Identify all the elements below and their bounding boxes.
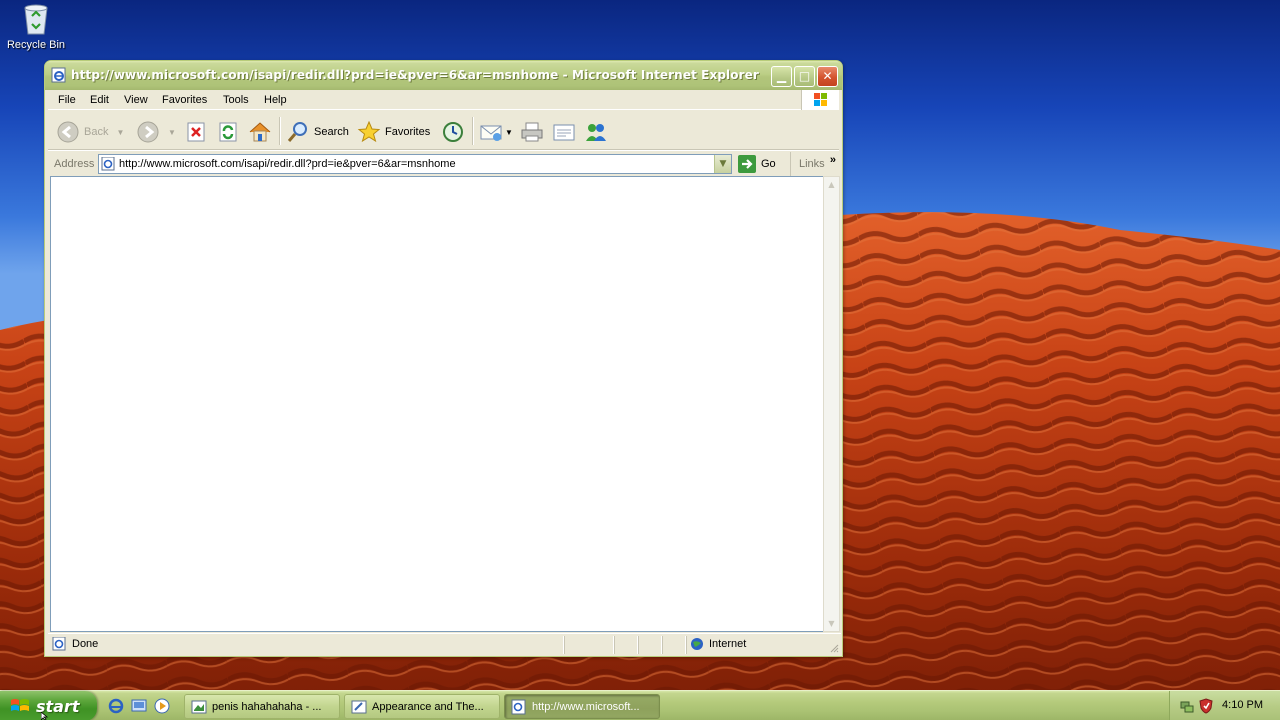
links-toolbar[interactable]: Links » [790, 152, 839, 176]
history-icon [443, 122, 463, 142]
messenger-icon [586, 124, 606, 141]
go-button[interactable]: Go [738, 154, 776, 174]
links-label: Links [799, 158, 825, 170]
security-shield-icon[interactable] [1198, 698, 1214, 714]
edit-button[interactable] [552, 119, 576, 145]
menu-favorites[interactable]: Favorites [162, 94, 207, 106]
mouse-cursor-icon [41, 712, 49, 720]
vertical-scrollbar[interactable]: ▲ ▼ [823, 176, 840, 632]
ie-page-icon [51, 67, 67, 83]
ie-page-icon [52, 637, 66, 651]
favorites-button[interactable]: Favorites [357, 119, 430, 145]
ie-quicklaunch-icon[interactable] [108, 698, 124, 714]
desktop-icon-recycle-bin[interactable]: Recycle Bin [4, 2, 68, 51]
stop-icon [187, 122, 205, 142]
system-tray: 4:10 PM [1169, 691, 1280, 720]
go-arrow-icon [738, 155, 756, 173]
home-icon [249, 122, 271, 142]
menu-bar: File Edit View Favorites Tools Help [48, 90, 839, 110]
address-input[interactable] [119, 156, 709, 172]
ie-page-icon [511, 699, 526, 714]
messenger-button[interactable] [584, 119, 608, 145]
menu-tools[interactable]: Tools [223, 94, 249, 106]
refresh-button[interactable] [217, 119, 239, 145]
search-button[interactable]: Search [286, 119, 349, 145]
close-button[interactable]: ✕ [817, 66, 838, 87]
mail-dropdown-icon[interactable]: ▼ [505, 128, 513, 137]
media-player-icon[interactable] [154, 698, 170, 714]
print-icon [521, 122, 543, 142]
refresh-icon [219, 122, 237, 142]
favorites-star-icon [357, 120, 381, 143]
menu-file[interactable]: File [58, 94, 76, 106]
status-pane [662, 636, 686, 654]
page-content[interactable] [50, 176, 823, 632]
chevron-right-icon[interactable]: » [830, 154, 836, 166]
menu-help[interactable]: Help [264, 94, 287, 106]
ie-page-icon [101, 157, 115, 171]
control-panel-icon [351, 700, 367, 713]
minimize-button[interactable]: ▁ [771, 66, 792, 87]
show-desktop-icon[interactable] [131, 698, 147, 714]
resize-grip-icon[interactable] [829, 643, 839, 653]
mail-button[interactable]: ▼ [479, 119, 513, 145]
address-label: Address [54, 158, 95, 170]
scroll-down-arrow-icon[interactable]: ▼ [825, 617, 838, 630]
taskbar-button[interactable]: penis hahahahaha - ... [184, 694, 340, 719]
recycle-bin-icon [21, 2, 51, 36]
home-button[interactable] [248, 119, 272, 145]
edit-page-icon [553, 124, 575, 141]
back-button[interactable]: Back ▼ [56, 119, 124, 145]
toolbar-separator [279, 117, 280, 145]
mail-icon [480, 125, 502, 141]
security-zone[interactable]: Internet [690, 637, 746, 651]
status-text: Done [52, 637, 98, 651]
address-field[interactable]: ▼ [98, 154, 732, 174]
print-button[interactable] [520, 119, 544, 145]
scroll-up-arrow-icon[interactable]: ▲ [825, 178, 838, 191]
chevron-down-icon: ▼ [719, 159, 727, 169]
history-button[interactable] [441, 119, 465, 145]
toolbar-separator [472, 117, 473, 145]
windows-flag-icon [11, 699, 29, 711]
minimize-icon: ▁ [776, 69, 787, 83]
taskbar: start penis hahahahaha - ... Appearance … [0, 690, 1280, 720]
back-dropdown-icon[interactable]: ▼ [116, 128, 124, 137]
address-dropdown-button[interactable]: ▼ [714, 155, 731, 173]
menu-view[interactable]: View [124, 94, 148, 106]
taskbar-button[interactable]: Appearance and The... [344, 694, 500, 719]
internet-globe-icon [691, 638, 703, 650]
back-arrow-icon [57, 121, 79, 143]
status-pane [614, 636, 638, 654]
taskbar-button-active[interactable]: http://www.microsoft... [504, 694, 660, 719]
close-icon: ✕ [822, 69, 833, 83]
forward-dropdown-icon[interactable]: ▼ [168, 128, 176, 137]
standard-toolbar: Back ▼ ▼ Search Favorites ▼ [48, 111, 839, 151]
forward-button[interactable]: ▼ [136, 119, 176, 145]
network-icon[interactable] [1179, 698, 1195, 714]
stop-button[interactable] [185, 119, 207, 145]
maximize-icon: □ [798, 69, 811, 83]
desktop-icon-label: Recycle Bin [6, 39, 66, 51]
windows-flag-icon [801, 90, 839, 110]
search-icon [287, 122, 307, 142]
window-title: http://www.microsoft.com/isapi/redir.dll… [71, 68, 759, 82]
maximize-button[interactable]: □ [794, 66, 815, 87]
ie-window: http://www.microsoft.com/isapi/redir.dll… [44, 60, 843, 657]
status-pane [564, 636, 614, 654]
menu-edit[interactable]: Edit [90, 94, 109, 106]
clock[interactable]: 4:10 PM [1222, 699, 1263, 711]
address-bar: Address ▼ Go Links » [48, 152, 839, 176]
status-bar: Done Internet [48, 633, 841, 655]
status-pane [638, 636, 662, 654]
title-bar[interactable]: http://www.microsoft.com/isapi/redir.dll… [45, 61, 842, 90]
paint-icon [191, 700, 207, 713]
forward-arrow-icon [137, 121, 159, 143]
